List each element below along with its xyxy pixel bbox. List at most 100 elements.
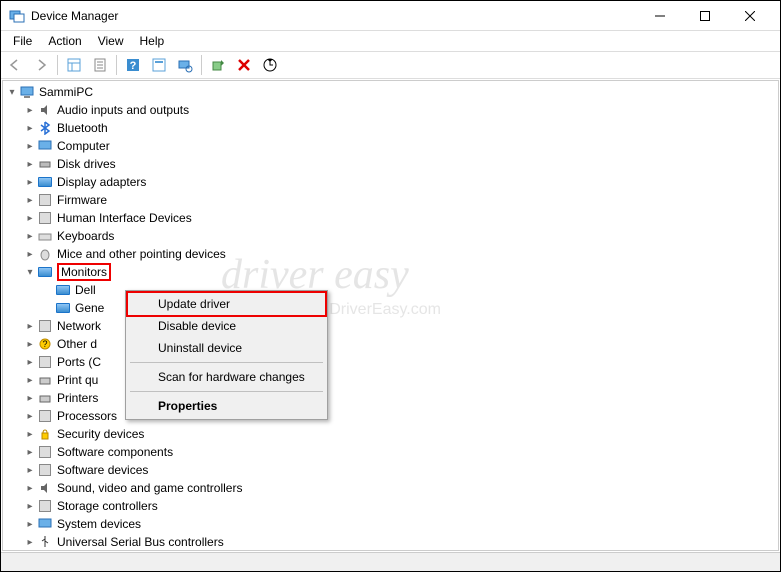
chevron-down-icon[interactable]: ▾ [23, 267, 37, 278]
tree-item-display-adapters[interactable]: ▸ Display adapters [5, 173, 776, 191]
tree-item-label: Disk drives [57, 157, 116, 171]
usb-icon [37, 534, 53, 550]
tree-item-label: Mice and other pointing devices [57, 247, 226, 261]
mouse-icon [37, 246, 53, 262]
context-item-properties[interactable]: Properties [128, 395, 325, 417]
tree-item-print-queues[interactable]: ▸ Print qu [5, 371, 776, 389]
maximize-button[interactable] [682, 1, 727, 30]
tree-item-monitor-child[interactable]: Dell [5, 281, 776, 299]
tree-item-network[interactable]: ▸ Network [5, 317, 776, 335]
chevron-right-icon[interactable]: ▸ [23, 231, 37, 242]
context-item-disable-device[interactable]: Disable device [128, 315, 325, 337]
system-icon [37, 516, 53, 532]
toolbar: ? [1, 51, 780, 79]
tree-item-printers[interactable]: ▸ Printers [5, 389, 776, 407]
chevron-right-icon[interactable]: ▸ [23, 519, 37, 530]
monitor-icon [37, 264, 53, 280]
forward-button [29, 53, 53, 77]
svg-text:?: ? [42, 339, 47, 349]
tree-item-other-devices[interactable]: ▸ ? Other d [5, 335, 776, 353]
tree-item-label: Audio inputs and outputs [57, 103, 189, 117]
context-separator [130, 362, 323, 363]
show-hide-console-button[interactable] [62, 53, 86, 77]
tree-item-security[interactable]: ▸ Security devices [5, 425, 776, 443]
context-item-update-driver[interactable]: Update driver [128, 293, 325, 315]
tree-item-storage[interactable]: ▸ Storage controllers [5, 497, 776, 515]
menu-view[interactable]: View [90, 32, 132, 50]
tree-item-software-devices[interactable]: ▸ Software devices [5, 461, 776, 479]
chevron-right-icon[interactable]: ▸ [23, 501, 37, 512]
display-adapter-icon [37, 174, 53, 190]
tree-item-label: Other d [57, 337, 97, 351]
tree-item-firmware[interactable]: ▸ Firmware [5, 191, 776, 209]
processor-icon [37, 408, 53, 424]
chevron-right-icon[interactable]: ▸ [23, 375, 37, 386]
context-item-uninstall-device[interactable]: Uninstall device [128, 337, 325, 359]
menu-help[interactable]: Help [132, 32, 173, 50]
tree-item-label: Keyboards [57, 229, 114, 243]
tree-item-usb[interactable]: ▸ Universal Serial Bus controllers [5, 533, 776, 551]
tree-item-disk-drives[interactable]: ▸ Disk drives [5, 155, 776, 173]
chevron-right-icon[interactable]: ▸ [23, 159, 37, 170]
chevron-right-icon[interactable]: ▸ [23, 321, 37, 332]
tree-item-monitors[interactable]: ▾ Monitors [5, 263, 776, 281]
tree-item-label: System devices [57, 517, 141, 531]
printer-icon [37, 390, 53, 406]
context-menu[interactable]: Update driver Disable device Uninstall d… [125, 290, 328, 420]
tree-root[interactable]: ▾ SammiPC [5, 83, 776, 101]
tree-item-computer[interactable]: ▸ Computer [5, 137, 776, 155]
chevron-down-icon[interactable]: ▾ [5, 87, 19, 98]
chevron-right-icon[interactable]: ▸ [23, 411, 37, 422]
context-item-scan-hardware[interactable]: Scan for hardware changes [128, 366, 325, 388]
menu-action[interactable]: Action [40, 32, 89, 50]
tree-item-hid[interactable]: ▸ Human Interface Devices [5, 209, 776, 227]
chevron-right-icon[interactable]: ▸ [23, 339, 37, 350]
status-bar [1, 552, 780, 571]
enable-device-button[interactable] [206, 53, 230, 77]
printer-icon [37, 372, 53, 388]
chevron-right-icon[interactable]: ▸ [23, 537, 37, 548]
tree-item-ports[interactable]: ▸ Ports (C [5, 353, 776, 371]
chevron-right-icon[interactable]: ▸ [23, 195, 37, 206]
tree-item-audio[interactable]: ▸ Audio inputs and outputs [5, 101, 776, 119]
tree-item-label: Network [57, 319, 101, 333]
action-button[interactable] [147, 53, 171, 77]
toolbar-separator [201, 55, 202, 75]
chevron-right-icon[interactable]: ▸ [23, 141, 37, 152]
scan-hardware-button[interactable] [173, 53, 197, 77]
tree-item-label: Display adapters [57, 175, 146, 189]
toolbar-separator [57, 55, 58, 75]
chevron-right-icon[interactable]: ▸ [23, 249, 37, 260]
chevron-right-icon[interactable]: ▸ [23, 357, 37, 368]
update-driver-button[interactable] [258, 53, 282, 77]
tree-item-processors[interactable]: ▸ Processors [5, 407, 776, 425]
menu-file[interactable]: File [5, 32, 40, 50]
help-button[interactable]: ? [121, 53, 145, 77]
chevron-right-icon[interactable]: ▸ [23, 177, 37, 188]
chevron-right-icon[interactable]: ▸ [23, 105, 37, 116]
chevron-right-icon[interactable]: ▸ [23, 465, 37, 476]
tree-item-bluetooth[interactable]: ▸ Bluetooth [5, 119, 776, 137]
chevron-right-icon[interactable]: ▸ [23, 393, 37, 404]
close-button[interactable] [727, 1, 772, 30]
chevron-right-icon[interactable]: ▸ [23, 483, 37, 494]
tree-item-monitor-child[interactable]: Gene [5, 299, 776, 317]
tree-item-label: Computer [57, 139, 110, 153]
device-tree[interactable]: ▾ SammiPC ▸ Audio inputs and outputs ▸ B… [2, 80, 779, 551]
properties-button[interactable] [88, 53, 112, 77]
tree-item-mice[interactable]: ▸ Mice and other pointing devices [5, 245, 776, 263]
tree-item-sound[interactable]: ▸ Sound, video and game controllers [5, 479, 776, 497]
tree-item-label: Processors [57, 409, 117, 423]
chevron-right-icon[interactable]: ▸ [23, 123, 37, 134]
chevron-right-icon[interactable]: ▸ [23, 213, 37, 224]
tree-item-software-components[interactable]: ▸ Software components [5, 443, 776, 461]
tree-item-system[interactable]: ▸ System devices [5, 515, 776, 533]
security-icon [37, 426, 53, 442]
uninstall-device-button[interactable] [232, 53, 256, 77]
minimize-button[interactable] [637, 1, 682, 30]
tree-item-label: Gene [75, 301, 104, 315]
tree-item-keyboards[interactable]: ▸ Keyboards [5, 227, 776, 245]
chevron-right-icon[interactable]: ▸ [23, 447, 37, 458]
tree-item-label: Human Interface Devices [57, 211, 192, 225]
chevron-right-icon[interactable]: ▸ [23, 429, 37, 440]
